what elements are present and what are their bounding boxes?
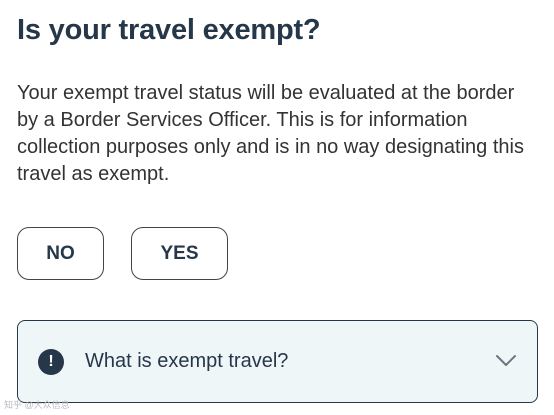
yes-button[interactable]: YES [131, 227, 228, 280]
exempt-travel-accordion[interactable]: ! What is exempt travel? [17, 320, 538, 403]
info-icon: ! [38, 349, 64, 375]
chevron-down-icon[interactable] [495, 352, 517, 368]
accordion-label: What is exempt travel? [85, 350, 289, 372]
description-text: Your exempt travel status will be evalua… [17, 82, 524, 185]
exempt-answer-group: NO YES [17, 227, 228, 280]
page-title: Is your travel exempt? [17, 14, 321, 46]
watermark: 知乎 @大众信息 [4, 400, 70, 410]
no-button[interactable]: NO [17, 227, 104, 280]
